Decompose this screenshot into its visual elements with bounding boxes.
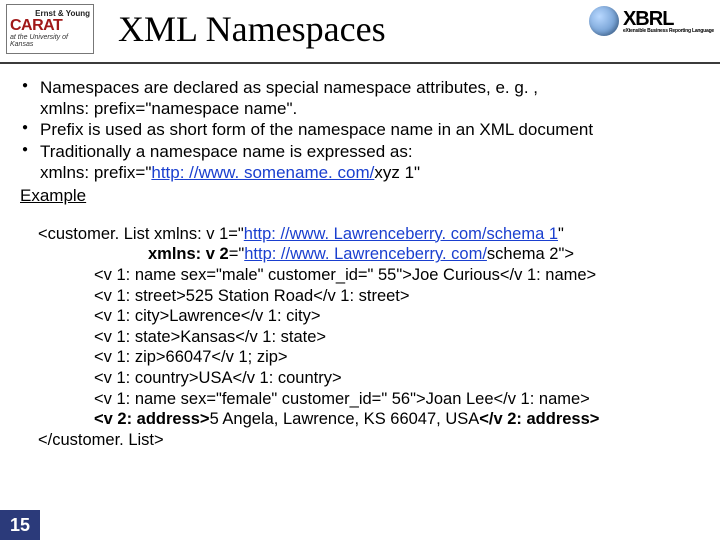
globe-icon xyxy=(589,6,619,36)
bullet-3: Traditionally a namespace name is expres… xyxy=(40,142,712,183)
link-schema2[interactable]: http: //www. Lawrenceberry. com/ xyxy=(244,245,487,263)
bullet-2: Prefix is used as short form of the name… xyxy=(40,120,712,141)
code-line-4: <v 1: street>525 Station Road</v 1: stre… xyxy=(38,286,712,307)
code-line-3: <v 1: name sex="male" customer_id=" 55">… xyxy=(38,265,712,286)
xbrl-sub: eXtensible Business Reporting Language xyxy=(623,29,714,34)
logo-xbrl: XBRL eXtensible Business Reporting Langu… xyxy=(589,6,714,36)
carat-sub: at the University of Kansas xyxy=(10,34,90,48)
logo-carat: Ernst & Young CARAT at the University of… xyxy=(6,4,94,54)
code-line-7: <v 1: zip>66047</v 1; zip> xyxy=(38,347,712,368)
page-title: XML Namespaces xyxy=(118,8,386,50)
code-line-8: <v 1: country>USA</v 1: country> xyxy=(38,368,712,389)
bullet-list: Namespaces are declared as special names… xyxy=(12,78,712,184)
link-schema1[interactable]: http: //www. Lawrenceberry. com/schema 1 xyxy=(244,225,558,243)
link-somename[interactable]: http: //www. somename. com/ xyxy=(151,163,374,182)
code-line-5: <v 1: city>Lawrence</v 1: city> xyxy=(38,306,712,327)
code-line-6: <v 1: state>Kansas</v 1: state> xyxy=(38,327,712,348)
bullet-1: Namespaces are declared as special names… xyxy=(40,78,712,119)
code-line-2: xmlns: v 2="http: //www. Lawrenceberry. … xyxy=(38,244,712,265)
xbrl-main: XBRL xyxy=(623,9,714,29)
code-block: <customer. List xmlns: v 1="http: //www.… xyxy=(38,224,712,451)
carat-text: CARAT xyxy=(10,18,62,34)
slide-number: 15 xyxy=(0,510,40,540)
example-label: Example xyxy=(20,186,712,206)
code-line-9: <v 1: name sex="female" customer_id=" 56… xyxy=(38,389,712,410)
code-line-11: </customer. List> xyxy=(38,430,712,451)
code-line-1: <customer. List xmlns: v 1="http: //www.… xyxy=(38,224,712,245)
code-line-10: <v 2: address>5 Angela, Lawrence, KS 660… xyxy=(38,409,712,430)
